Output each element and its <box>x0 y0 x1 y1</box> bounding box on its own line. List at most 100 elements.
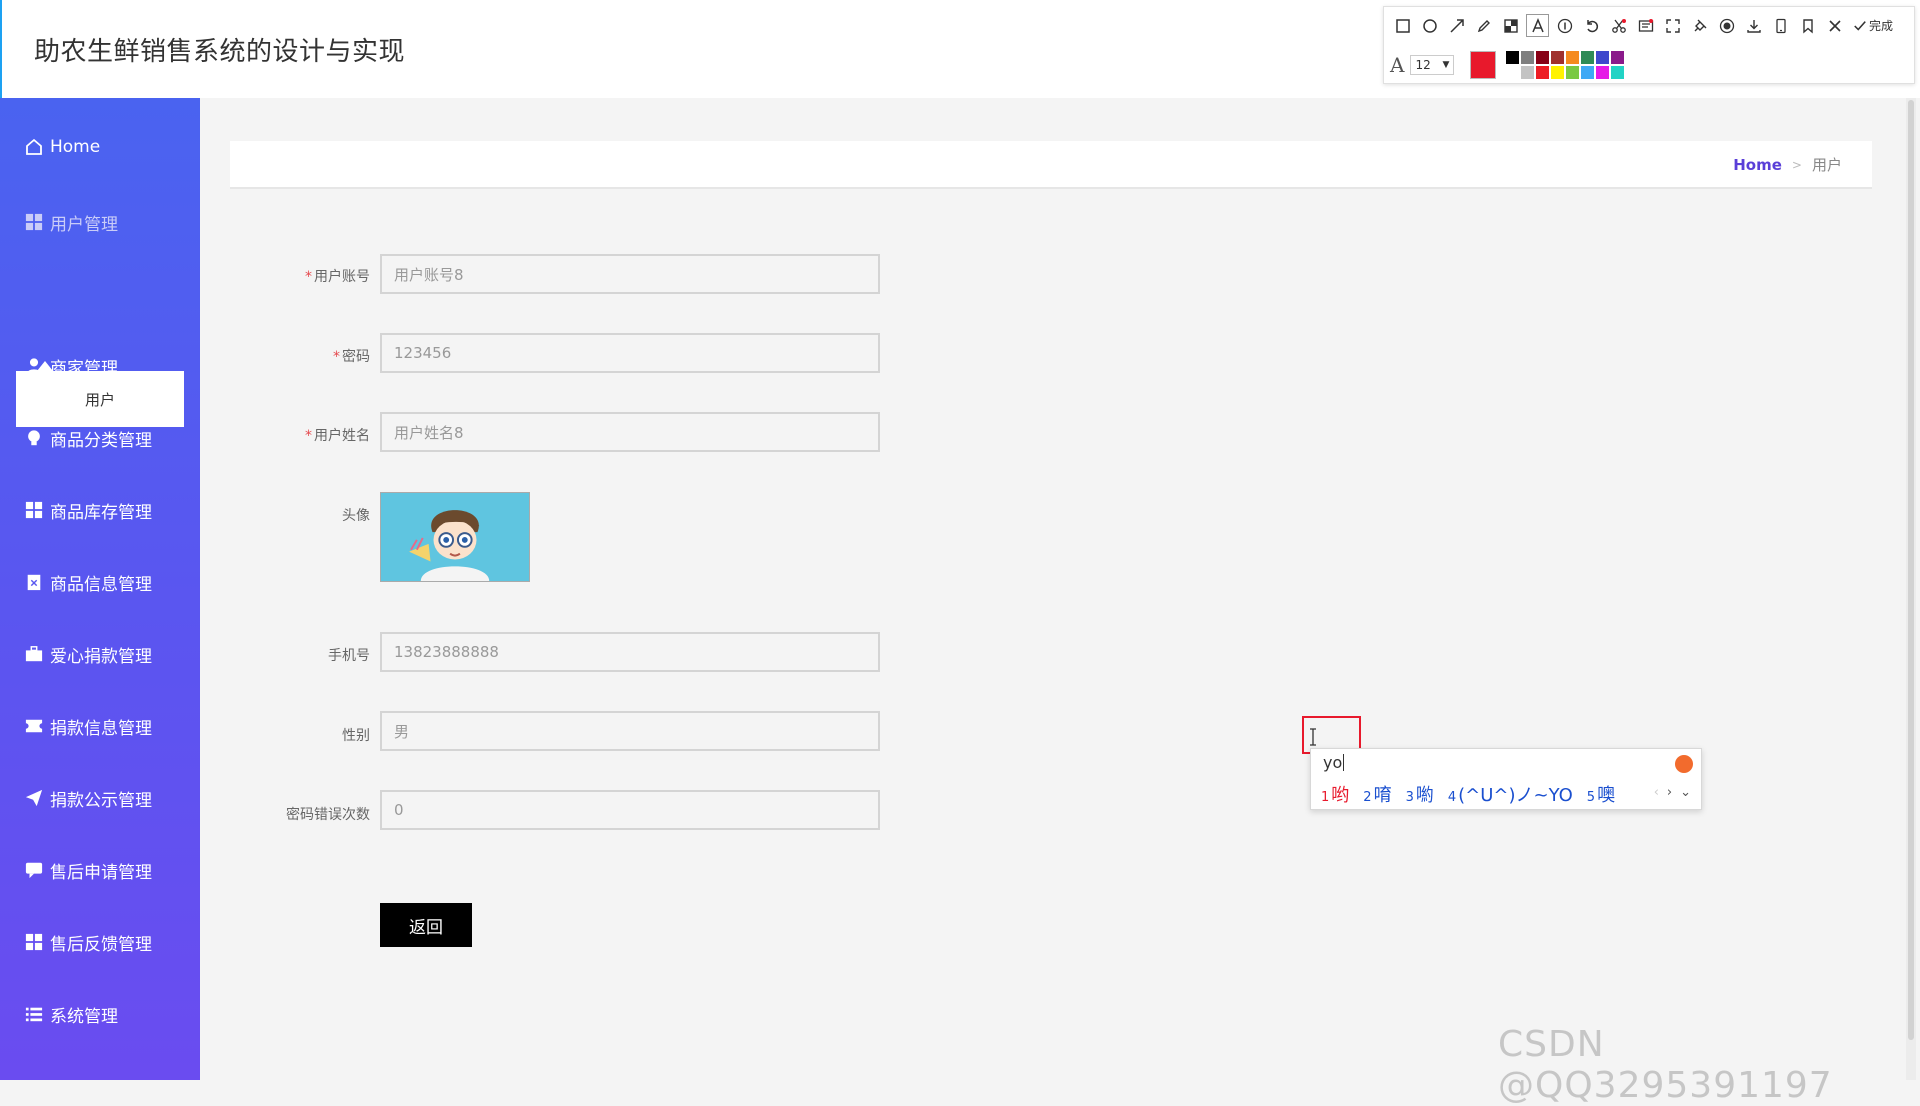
number-tool-icon[interactable] <box>1554 15 1575 36</box>
color-swatch[interactable] <box>1581 51 1595 64</box>
phone-icon[interactable] <box>1770 15 1791 36</box>
rectangle-tool-icon[interactable] <box>1392 15 1413 36</box>
send-icon <box>24 788 44 808</box>
sidebar-item-stock-management[interactable]: 商品库存管理 <box>24 496 152 524</box>
ocr-icon[interactable] <box>1635 15 1656 36</box>
font-size-select[interactable]: 12 ▼ <box>1410 55 1455 75</box>
password-error-count-input[interactable] <box>380 790 880 830</box>
color-swatch[interactable] <box>1551 51 1565 64</box>
ime-prev-icon[interactable]: ‹ <box>1654 785 1659 800</box>
undo-icon[interactable] <box>1581 15 1602 36</box>
sidebar-item-product-management[interactable]: 商品信息管理 <box>24 568 152 596</box>
app-title: 助农生鲜销售系统的设计与实现 <box>34 37 406 67</box>
ime-candidate[interactable]: 2唷 <box>1363 781 1391 807</box>
chevron-down-icon: ▼ <box>1442 60 1450 70</box>
cut-icon[interactable] <box>1608 15 1629 36</box>
arrow-tool-icon[interactable] <box>1446 15 1467 36</box>
bookmark-icon[interactable] <box>1797 15 1818 36</box>
sidebar-item-label: 捐款信息管理 <box>50 718 152 739</box>
color-swatch[interactable] <box>1596 51 1610 64</box>
sidebar-item-category-management[interactable]: 商品分类管理 <box>24 424 152 452</box>
color-swatch[interactable] <box>1566 66 1580 79</box>
current-color-swatch[interactable] <box>1470 51 1497 79</box>
done-button[interactable]: 完成 <box>1853 17 1893 34</box>
ime-candidate[interactable]: 3喲 <box>1406 781 1434 807</box>
phone-input[interactable] <box>380 632 880 672</box>
account-input[interactable] <box>380 254 880 294</box>
done-label: 完成 <box>1869 19 1894 33</box>
color-swatch[interactable] <box>1611 51 1625 64</box>
back-button[interactable]: 返回 <box>380 903 472 947</box>
breadcrumb-home-link[interactable]: Home <box>1733 156 1782 174</box>
color-swatch[interactable] <box>1581 66 1595 79</box>
sidebar-item-after-sales-apply-management[interactable]: 售后申请管理 <box>24 856 152 884</box>
gender-label: 性别 <box>342 728 370 744</box>
grid-icon <box>24 212 44 232</box>
ime-candidate[interactable]: 1哟 <box>1321 781 1349 807</box>
password-error-count-label: 密码错误次数 <box>286 807 370 823</box>
label-text: 用户账号 <box>314 269 370 285</box>
ime-input-text: yo <box>1323 753 1343 772</box>
ellipse-tool-icon[interactable] <box>1419 15 1440 36</box>
text-tool-icon[interactable] <box>1526 14 1549 37</box>
sidebar-item-merchant-management[interactable]: 商家管理 <box>24 352 118 380</box>
ime-expand-icon[interactable]: ⌄ <box>1680 785 1691 800</box>
check-icon <box>1854 20 1866 31</box>
sidebar-item-label: Home <box>50 137 101 157</box>
sidebar-item-donation-info-management[interactable]: 捐款信息管理 <box>24 712 152 740</box>
record-icon[interactable] <box>1716 15 1737 36</box>
font-icon: A <box>1390 53 1405 77</box>
required-mark: * <box>305 428 312 444</box>
scrollbar-thumb[interactable] <box>1908 100 1914 1040</box>
color-swatch[interactable] <box>1521 51 1535 64</box>
sidebar-item-after-sales-feedback-management[interactable]: 售后反馈管理 <box>24 928 152 956</box>
fullscreen-icon[interactable] <box>1662 15 1683 36</box>
color-swatch[interactable] <box>1611 66 1625 79</box>
sidebar-item-label: 商家管理 <box>50 358 118 379</box>
label-text: 密码 <box>342 349 370 365</box>
ime-candidate[interactable]: 4 (^U^)ノ~YO <box>1448 781 1573 807</box>
color-swatch[interactable] <box>1536 66 1550 79</box>
pen-tool-icon[interactable] <box>1473 15 1494 36</box>
ime-next-icon[interactable]: › <box>1667 785 1672 800</box>
sidebar-item-label: 商品分类管理 <box>50 430 152 451</box>
bulb-icon <box>24 428 44 448</box>
breadcrumb-current: 用户 <box>1811 156 1842 174</box>
color-swatch[interactable] <box>1506 51 1520 64</box>
avatar-image[interactable] <box>380 492 530 582</box>
pin-icon[interactable] <box>1689 15 1710 36</box>
sidebar-item-donation-public-management[interactable]: 捐款公示管理 <box>24 784 152 812</box>
sidebar-item-charity-management[interactable]: 爱心捐款管理 <box>24 640 152 668</box>
sidebar-item-home[interactable]: Home <box>24 133 100 161</box>
sidebar-item-label: 商品信息管理 <box>50 574 152 595</box>
watermark: CSDN @QQ3295391197 <box>1498 1024 1833 1106</box>
briefcase-icon <box>24 644 44 664</box>
sidebar-item-label: 爱心捐款管理 <box>50 646 152 667</box>
sidebar-item-system-management[interactable]: 系统管理 <box>24 1000 118 1028</box>
grid-icon <box>24 932 44 952</box>
color-swatch[interactable] <box>1596 66 1610 79</box>
ime-candidate[interactable]: 5噢 <box>1587 781 1615 807</box>
name-input[interactable] <box>380 412 880 452</box>
gender-input[interactable] <box>380 711 880 751</box>
label-text: 用户姓名 <box>314 428 370 444</box>
download-icon[interactable] <box>1743 15 1764 36</box>
color-swatch[interactable] <box>1536 51 1550 64</box>
sidebar-item-user-management[interactable]: 用户管理 <box>24 208 118 236</box>
required-mark: * <box>333 349 340 365</box>
name-label: * 用户姓名 <box>230 425 370 445</box>
password-input[interactable] <box>380 333 880 373</box>
ime-logo-icon[interactable] <box>1675 755 1693 773</box>
mosaic-tool-icon[interactable] <box>1500 15 1521 36</box>
color-swatch[interactable] <box>1506 66 1520 79</box>
ticket-icon <box>24 716 44 736</box>
font-size-value: 12 <box>1415 58 1431 72</box>
breadcrumb-bar: Home > 用户 <box>230 141 1872 189</box>
user-icon <box>24 356 44 376</box>
sidebar-item-label: 商品库存管理 <box>50 502 152 523</box>
color-swatch[interactable] <box>1521 66 1535 79</box>
close-icon[interactable] <box>1824 15 1845 36</box>
sidebar-item-label: 捐款公示管理 <box>50 790 152 811</box>
color-swatch[interactable] <box>1566 51 1580 64</box>
color-swatch[interactable] <box>1551 66 1565 79</box>
